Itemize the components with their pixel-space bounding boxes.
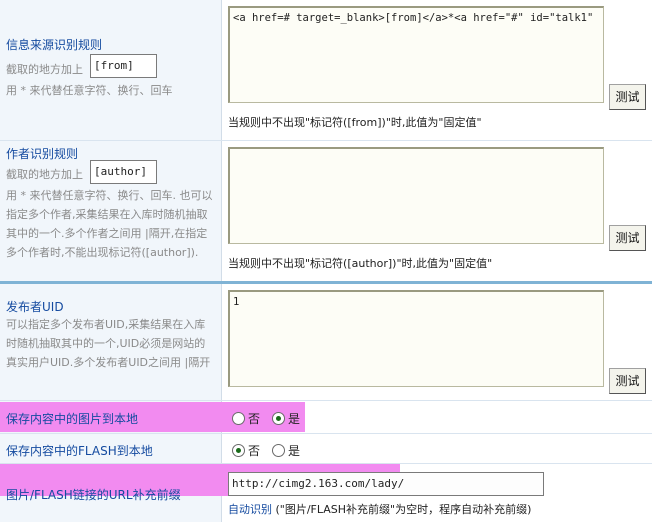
radio-selected-icon[interactable] [232, 444, 245, 457]
author-rule-title: 作者识别规则 [6, 147, 79, 161]
uid-label-cell: 发布者UID 可以指定多个发布者UID,采集结果在入库时随机抽取其中的一个,UI… [0, 284, 222, 400]
save-images-option-yes[interactable]: 是 [272, 410, 300, 427]
auto-detect-link[interactable]: 自动识别 [228, 503, 272, 516]
auto-detect-note: ("图片/FLASH补充前缀"为空时，程序自动补充前缀) [272, 503, 532, 516]
uid-row: 发布者UID 可以指定多个发布者UID,采集结果在入库时随机抽取其中的一个,UI… [0, 284, 652, 401]
radio-icon[interactable] [232, 412, 245, 425]
source-rule-title: 信息来源识别规则 [6, 38, 103, 52]
save-flash-yes-label: 是 [288, 444, 301, 458]
source-rule-row: 信息来源识别规则 截取的地方加上 [from] 用 * 来代替任意字符、换行、回… [0, 0, 652, 141]
save-flash-row: 保存内容中的FLASH到本地 否 是 [0, 434, 652, 464]
source-rule-label-cell: 信息来源识别规则 截取的地方加上 [from] 用 * 来代替任意字符、换行、回… [0, 0, 222, 140]
source-rule-textarea[interactable]: <a href=# target=_blank>[from]</a>*<a hr… [228, 6, 604, 103]
save-flash-no-label: 否 [248, 444, 261, 458]
save-flash-option-no[interactable]: 否 [232, 442, 260, 459]
source-rule-input-cell: <a href=# target=_blank>[from]</a>*<a hr… [222, 0, 652, 140]
url-prefix-note: 自动识别 ("图片/FLASH补充前缀"为空时，程序自动补充前缀) [228, 501, 531, 517]
url-prefix-input-cell: http://cimg2.163.com/lady/ 自动识别 ("图片/FLA… [222, 464, 652, 522]
radio-icon[interactable] [272, 444, 285, 457]
save-flash-option-yes[interactable]: 是 [272, 442, 300, 459]
source-tag-field[interactable]: [from] [90, 54, 157, 78]
uid-title: 发布者UID [6, 300, 64, 314]
save-images-row: 保存内容中的图片到本地 否 是 [0, 401, 652, 434]
uid-input-cell: 1 测试 [222, 284, 652, 400]
url-prefix-input[interactable]: http://cimg2.163.com/lady/ [228, 472, 544, 496]
author-prefix-label: 截取的地方加上 [6, 168, 83, 181]
save-images-yes-label: 是 [288, 412, 301, 426]
author-test-button[interactable]: 测试 [609, 225, 646, 251]
author-rule-label-cell: 作者识别规则 截取的地方加上 [author] 用 * 来代替任意字符、换行、回… [0, 141, 222, 281]
save-flash-label-cell: 保存内容中的FLASH到本地 [0, 434, 222, 463]
radio-selected-icon[interactable] [272, 412, 285, 425]
author-rule-textarea[interactable] [228, 147, 604, 244]
author-rule-input-cell: 测试 当规则中不出现"标记符([author])"时,此值为"固定值" [222, 141, 652, 281]
url-prefix-row: 图片/FLASH链接的URL补充前缀 http://cimg2.163.com/… [0, 464, 652, 522]
save-flash-title: 保存内容中的FLASH到本地 [6, 444, 153, 458]
author-rule-hint: 用 * 来代替任意字符、换行、回车. 也可以指定多个作者,采集结果在入库时随机抽… [6, 189, 213, 259]
source-rule-hint: 用 * 来代替任意字符、换行、回车 [6, 84, 173, 97]
source-prefix-label: 截取的地方加上 [6, 63, 83, 76]
save-images-option-no[interactable]: 否 [232, 410, 260, 427]
uid-hint: 可以指定多个发布者UID,采集结果在入库时随机抽取其中的一个,UID必须是网站的… [6, 318, 211, 369]
source-rule-note: 当规则中不出现"标记符([from])"时,此值为"固定值" [228, 116, 482, 129]
author-tag-field[interactable]: [author] [90, 160, 157, 184]
url-prefix-title: 图片/FLASH链接的URL补充前缀 [6, 488, 181, 502]
author-rule-note: 当规则中不出现"标记符([author])"时,此值为"固定值" [228, 257, 493, 270]
author-rule-row: 作者识别规则 截取的地方加上 [author] 用 * 来代替任意字符、换行、回… [0, 141, 652, 281]
uid-textarea[interactable]: 1 [228, 290, 604, 387]
uid-test-button[interactable]: 测试 [609, 368, 646, 394]
save-images-no-label: 否 [248, 412, 261, 426]
save-images-title: 保存内容中的图片到本地 [6, 412, 139, 426]
source-test-button[interactable]: 测试 [609, 84, 646, 110]
